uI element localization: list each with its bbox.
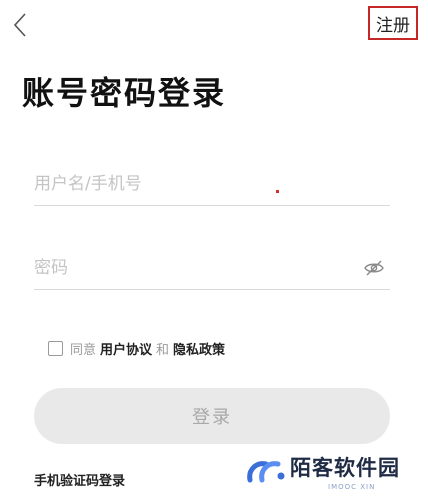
watermark: 陌客软件园 IMOOC XIN [246,452,400,491]
password-input[interactable] [34,246,390,289]
back-button[interactable] [8,10,32,40]
privacy-policy-link[interactable]: 隐私政策 [173,339,225,358]
password-field [34,246,390,290]
agreement-checkbox[interactable] [48,341,63,356]
agree-prefix: 同意 [70,343,97,358]
watermark-subtitle: IMOOC XIN [328,483,376,491]
watermark-logo-icon [247,461,285,483]
watermark-title: 陌客软件园 [290,456,400,480]
agreement-row: 同意 用户协议 和 隐私政策 [48,339,229,358]
chevron-left-icon [13,13,26,37]
register-button[interactable]: 注册 [368,6,418,40]
login-button[interactable]: 登录 [34,388,390,444]
eye-off-icon[interactable] [362,256,386,280]
page-title: 账号密码登录 [22,74,227,112]
agree-and: 和 [156,343,170,358]
username-input[interactable] [34,162,390,205]
sms-login-link[interactable]: 手机验证码登录 [34,470,125,489]
login-screen: 注册 账号密码登录 同意 用户协议 和 隐私政策 登录 手机验证码登录 陌客软件… [0,0,428,499]
user-agreement-link[interactable]: 用户协议 [100,339,152,358]
cursor-marker [276,190,279,193]
username-field [34,162,390,206]
